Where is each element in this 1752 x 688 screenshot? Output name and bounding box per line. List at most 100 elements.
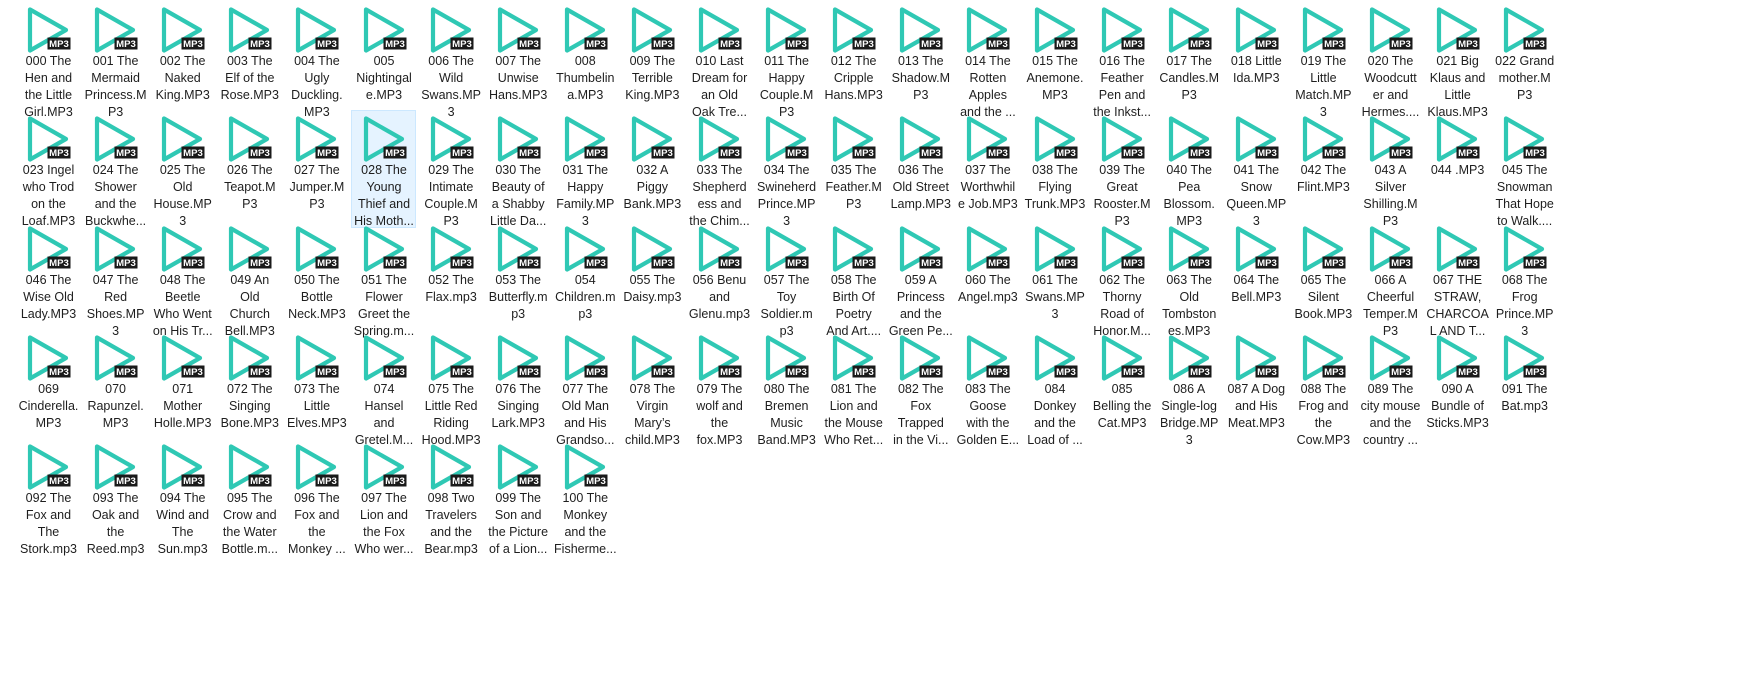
file-item[interactable]: MP3 065 The Silent Book.MP3	[1290, 220, 1355, 338]
file-item[interactable]: MP3 034 The Swineherd Prince.MP 3	[753, 110, 818, 228]
file-item[interactable]: MP3 023 Ingel who Trod on the Loaf.MP3	[15, 110, 80, 228]
file-item[interactable]: MP3 059 A Princess and the Green Pe...	[887, 220, 953, 338]
file-item[interactable]: MP3 026 The Teapot.M P3	[216, 110, 281, 228]
file-item[interactable]: MP3 068 The Frog Prince.MP 3	[1491, 220, 1556, 338]
file-item[interactable]: MP3 047 The Red Shoes.MP 3	[82, 220, 147, 338]
file-item[interactable]: MP3 056 Benu and Glenu.mp3	[686, 220, 751, 338]
file-item[interactable]: MP3 028 The Young Thief and His Moth...	[350, 110, 416, 229]
file-item[interactable]: MP3 091 The Bat.mp3	[1491, 329, 1556, 447]
file-item[interactable]: MP3 050 The Bottle Neck.MP3	[283, 220, 348, 338]
file-item[interactable]: MP3 049 An Old Church Bell.MP3	[216, 220, 281, 338]
file-item[interactable]: MP3 011 The Happy Couple.M P3	[753, 1, 818, 119]
file-item[interactable]: MP3 029 The Intimate Couple.M P3	[418, 110, 483, 228]
file-item[interactable]: MP3 096 The Fox and the Monkey ...	[283, 438, 348, 556]
file-item[interactable]: MP3 041 The Snow Queen.MP 3	[1223, 110, 1288, 228]
file-item[interactable]: MP3 019 The Little Match.MP 3	[1290, 1, 1355, 119]
file-item[interactable]: MP3 063 The Old Tombston es.MP3	[1156, 220, 1221, 338]
file-item[interactable]: MP3 042 The Flint.MP3	[1290, 110, 1355, 228]
file-item[interactable]: MP3 001 The Mermaid Princess.M P3	[82, 1, 147, 119]
file-item[interactable]: MP3 081 The Lion and the Mouse Who Ret...	[820, 329, 885, 447]
file-item[interactable]: MP3 069 Cinderella. MP3	[15, 329, 80, 447]
file-item[interactable]: MP3 035 The Feather.M P3	[820, 110, 885, 228]
file-item[interactable]: MP3 071 Mother Holle.MP3	[149, 329, 214, 447]
file-item[interactable]: MP3 052 The Flax.mp3	[418, 220, 483, 338]
file-item[interactable]: MP3 000 The Hen and the Little Girl.MP3	[15, 1, 80, 119]
file-item[interactable]: MP3 067 THE STRAW, CHARCOA L AND T...	[1424, 220, 1489, 338]
file-item[interactable]: MP3 030 The Beauty of a Shabby Little Da...	[485, 110, 550, 228]
file-item[interactable]: MP3 079 The wolf and the fox.MP3	[686, 329, 751, 447]
file-item[interactable]: MP3 044 .MP3	[1424, 110, 1489, 228]
file-item[interactable]: MP3 086 A Single-log Bridge.MP 3	[1156, 329, 1221, 447]
file-item[interactable]: MP3 014 The Rotten Apples and the ...	[954, 1, 1019, 119]
file-item[interactable]: MP3 077 The Old Man and His Grandso...	[552, 329, 617, 447]
file-item[interactable]: MP3 025 The Old House.MP 3	[149, 110, 214, 228]
file-item[interactable]: MP3 076 The Singing Lark.MP3	[485, 329, 550, 447]
file-item[interactable]: MP3 018 Little Ida.MP3	[1223, 1, 1288, 119]
file-item[interactable]: MP3 033 The Shepherd ess and the Chim...	[686, 110, 751, 228]
file-item[interactable]: MP3 095 The Crow and the Water Bottle.m...	[216, 438, 281, 556]
file-item[interactable]: MP3 008 Thumbelin a.MP3	[552, 1, 617, 119]
file-item[interactable]: MP3 048 The Beetle Who Went on His Tr...	[149, 220, 214, 338]
file-item[interactable]: MP3 004 The Ugly Duckling. MP3	[283, 1, 348, 119]
file-item[interactable]: MP3 092 The Fox and The Stork.mp3	[15, 438, 80, 556]
file-item[interactable]: MP3 088 The Frog and the Cow.MP3	[1290, 329, 1355, 447]
file-item[interactable]: MP3 064 The Bell.MP3	[1223, 220, 1288, 338]
file-item[interactable]: MP3 010 Last Dream for an Old Oak Tre...	[686, 1, 751, 119]
file-item[interactable]: MP3 051 The Flower Greet the Spring.m...	[351, 220, 416, 338]
file-item[interactable]: MP3 093 The Oak and the Reed.mp3	[82, 438, 147, 556]
file-item[interactable]: MP3 012 The Cripple Hans.MP3	[820, 1, 885, 119]
file-item[interactable]: MP3 003 The Elf of the Rose.MP3	[216, 1, 281, 119]
file-item[interactable]: MP3 087 A Dog and His Meat.MP3	[1223, 329, 1288, 447]
file-item[interactable]: MP3 013 The Shadow.M P3	[887, 1, 952, 119]
file-item[interactable]: MP3 078 The Virgin Mary’s child.MP3	[619, 329, 684, 447]
file-item[interactable]: MP3 005 Nightingal e.MP3	[351, 1, 416, 119]
file-item[interactable]: MP3 060 The Angel.mp3	[954, 220, 1019, 338]
file-item[interactable]: MP3 007 The Unwise Hans.MP3	[485, 1, 550, 119]
file-item[interactable]: MP3 024 The Shower and the Buckwhe...	[82, 110, 147, 228]
file-item[interactable]: MP3 061 The Swans.MP 3	[1022, 220, 1087, 338]
file-item[interactable]: MP3 045 The Snowman That Hope to Walk....	[1491, 110, 1556, 228]
file-item[interactable]: MP3 089 The city mouse and the country ...	[1357, 329, 1422, 447]
file-item[interactable]: MP3 070 Rapunzel. MP3	[82, 329, 147, 447]
file-item[interactable]: MP3 100 The Monkey and the Fisherme...	[552, 438, 617, 556]
file-item[interactable]: MP3 062 The Thorny Road of Honor.M...	[1089, 220, 1154, 338]
file-item[interactable]: MP3 074 Hansel and Gretel.M...	[351, 329, 416, 447]
file-item[interactable]: MP3 073 The Little Elves.MP3	[283, 329, 348, 447]
file-item[interactable]: MP3 020 The Woodcutt er and Hermes....	[1357, 1, 1422, 119]
file-item[interactable]: MP3 099 The Son and the Picture of a Lion...	[485, 438, 550, 556]
file-item[interactable]: MP3 057 The Toy Soldier.m p3	[753, 220, 818, 338]
file-item[interactable]: MP3 031 The Happy Family.MP 3	[552, 110, 617, 228]
file-item[interactable]: MP3 009 The Terrible King.MP3	[619, 1, 684, 119]
file-item[interactable]: MP3 040 The Pea Blossom. MP3	[1156, 110, 1221, 228]
file-item[interactable]: MP3 082 The Fox Trapped in the Vi...	[887, 329, 952, 447]
file-item[interactable]: MP3 017 The Candles.M P3	[1156, 1, 1221, 119]
file-view[interactable]: MP3 000 The Hen and the Little Girl.MP3 MP3 00…	[0, 0, 1752, 688]
file-item[interactable]: MP3 083 The Goose with the Golden E...	[954, 329, 1019, 447]
file-item[interactable]: MP3 027 The Jumper.M P3	[283, 110, 348, 228]
file-item[interactable]: MP3 053 The Butterfly.m p3	[485, 220, 550, 338]
file-item[interactable]: MP3 075 The Little Red Riding Hood.MP3	[418, 329, 483, 447]
file-item[interactable]: MP3 072 The Singing Bone.MP3	[216, 329, 281, 447]
file-item[interactable]: MP3 098 Two Travelers and the Bear.mp3	[418, 438, 483, 556]
file-item[interactable]: MP3 085 Belling the Cat.MP3	[1089, 329, 1154, 447]
file-item[interactable]: MP3 022 Grand mother.M P3	[1491, 1, 1556, 119]
file-item[interactable]: MP3 043 A Silver Shilling.M P3	[1357, 110, 1422, 228]
file-item[interactable]: MP3 084 Donkey and the Load of ...	[1022, 329, 1087, 447]
file-item[interactable]: MP3 046 The Wise Old Lady.MP3	[15, 220, 80, 338]
file-item[interactable]: MP3 021 Big Klaus and Little Klaus.MP3	[1424, 1, 1489, 119]
file-item[interactable]: MP3 036 The Old Street Lamp.MP3	[887, 110, 952, 228]
file-item[interactable]: MP3 038 The Flying Trunk.MP3	[1022, 110, 1087, 228]
file-item[interactable]: MP3 032 A Piggy Bank.MP3	[619, 110, 684, 228]
file-item[interactable]: MP3 066 A Cheerful Temper.M P3	[1357, 220, 1422, 338]
file-item[interactable]: MP3 094 The Wind and The Sun.mp3	[149, 438, 214, 556]
file-item[interactable]: MP3 090 A Bundle of Sticks.MP3	[1424, 329, 1489, 447]
file-item[interactable]: MP3 016 The Feather Pen and the Inkst...	[1089, 1, 1154, 119]
file-item[interactable]: MP3 058 The Birth Of Poetry And Art....	[820, 220, 885, 338]
file-item[interactable]: MP3 054 Children.m p3	[552, 220, 617, 338]
file-item[interactable]: MP3 097 The Lion and the Fox Who wer...	[351, 438, 416, 556]
file-item[interactable]: MP3 055 The Daisy.mp3	[619, 220, 684, 338]
file-item[interactable]: MP3 080 The Bremen Music Band.MP3	[753, 329, 818, 447]
file-item[interactable]: MP3 037 The Worthwhil e Job.MP3	[954, 110, 1019, 228]
file-item[interactable]: MP3 006 The Wild Swans.MP 3	[418, 1, 483, 119]
file-item[interactable]: MP3 039 The Great Rooster.M P3	[1089, 110, 1154, 228]
